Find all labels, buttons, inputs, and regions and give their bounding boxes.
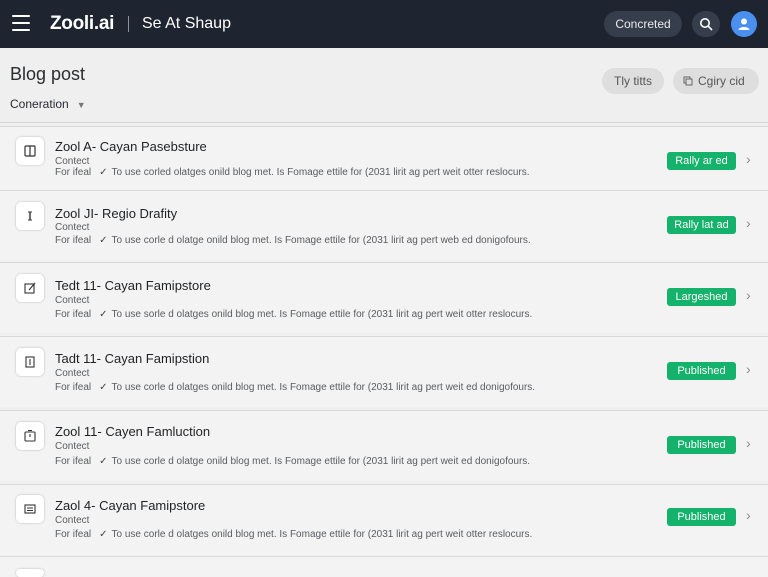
- meta-label: For ifeal: [55, 167, 92, 178]
- post-title[interactable]: Tadt 11- Cayan Famipstion: [55, 351, 209, 366]
- post-title[interactable]: Tedt 11- Cayan Famipstore: [55, 278, 211, 293]
- clock-icon: [16, 422, 44, 450]
- top-bar: Zooli.ai Se At Shaup Concreted: [0, 0, 768, 48]
- title-separator: [128, 16, 129, 32]
- status-badge: Published: [667, 508, 736, 526]
- post-title[interactable]: Zool JI- Regio Drafity: [55, 206, 177, 221]
- list-item[interactable]: Zaol 4- Cayan Famipstore Contect For ife…: [0, 484, 768, 555]
- info-icon: [16, 202, 44, 230]
- list-item[interactable]: [0, 556, 768, 577]
- list-item[interactable]: Zool A- Cayan Pasebsture Contect For ife…: [0, 126, 768, 197]
- check-icon: ✓: [99, 235, 108, 246]
- post-category: Contect: [55, 295, 90, 306]
- copy-button-label: Cgiry cid: [698, 74, 745, 88]
- chevron-right-icon[interactable]: ›: [746, 287, 751, 303]
- meta-text: To use sorle d olatges onild blog met. I…: [111, 309, 533, 320]
- post-title[interactable]: Zaol 4- Cayan Famipstore: [55, 498, 205, 513]
- doc-icon: [16, 348, 44, 376]
- post-meta: For ifeal ✓ To use corle d olatges onild b…: [55, 529, 532, 540]
- chevron-right-icon[interactable]: ›: [746, 215, 751, 231]
- chevron-right-icon[interactable]: ›: [746, 435, 751, 451]
- check-icon: ✓: [99, 529, 108, 540]
- meta-label: For ifeal: [55, 456, 92, 467]
- list-item[interactable]: Tadt 11- Cayan Famipstion Contect For if…: [0, 336, 768, 407]
- meta-label: For ifeal: [55, 382, 92, 393]
- chevron-right-icon[interactable]: ›: [746, 507, 751, 523]
- meta-text: To use corle d olatge onild blog met. Is…: [111, 235, 531, 246]
- post-category: Contect: [55, 515, 90, 526]
- post-meta: For ifeal ✓ To use corle d olatges onild b…: [55, 382, 535, 393]
- meta-label: For ifeal: [55, 309, 92, 320]
- status-badge: Published: [667, 436, 736, 454]
- brand-logo[interactable]: Zooli.ai: [50, 13, 114, 35]
- check-icon: ✓: [99, 382, 108, 393]
- filter-dropdown-label: Coneration: [10, 97, 69, 111]
- filter-dropdown[interactable]: Coneration ▼: [10, 97, 86, 111]
- edit-icon: [16, 274, 44, 302]
- list-item[interactable]: Zool 11- Cayen Famluction Contect For if…: [0, 410, 768, 481]
- check-icon: ✓: [99, 456, 108, 467]
- header-divider: [0, 122, 768, 123]
- check-icon: ✓: [99, 309, 108, 320]
- post-meta: For ifeal ✓ To use sorle d olatges onild b…: [55, 309, 532, 320]
- copy-button[interactable]: Cgiry cid: [673, 68, 759, 94]
- status-badge: Largeshed: [667, 288, 736, 306]
- status-badge: Rally lat ad: [667, 216, 736, 234]
- post-meta: For ifeal ✓ To use corle d olatge onild bl…: [55, 456, 530, 467]
- book-icon: [16, 137, 44, 165]
- post-meta: For ifeal ✓ To use corle d olatge onild bl…: [55, 235, 531, 246]
- post-meta: For ifeal ✓ To use corled olatges onild bl…: [55, 167, 530, 178]
- chevron-right-icon[interactable]: ›: [746, 151, 751, 167]
- check-icon: ✓: [99, 167, 108, 178]
- search-icon: [700, 18, 713, 31]
- chevron-down-icon: ▼: [76, 100, 86, 110]
- post-category: Contect: [55, 368, 90, 379]
- page-title: Blog post: [10, 64, 86, 84]
- menu-icon[interactable]: [12, 15, 30, 31]
- list-icon: [16, 495, 44, 523]
- search-button[interactable]: [692, 11, 720, 37]
- post-title[interactable]: Zool 11- Cayen Famluction: [55, 424, 210, 439]
- meta-text: To use corled olatges onild blog met. Is…: [111, 167, 530, 178]
- avatar[interactable]: [731, 11, 757, 37]
- app-title: Se At Shaup: [142, 15, 231, 32]
- meta-label: For ifeal: [55, 235, 92, 246]
- meta-text: To use corle d olatges onild blog met. I…: [111, 382, 536, 393]
- copy-icon: [683, 76, 693, 86]
- user-icon: [738, 18, 750, 30]
- list-item[interactable]: Tedt 11- Cayan Famipstore Contect For if…: [0, 262, 768, 333]
- status-pill-button[interactable]: Concreted: [604, 11, 682, 37]
- meta-text: To use corle d olatges onild blog met. I…: [111, 529, 533, 540]
- post-title[interactable]: Zool A- Cayan Pasebsture: [55, 139, 207, 154]
- chevron-right-icon[interactable]: ›: [746, 361, 751, 377]
- post-category: Contect: [55, 222, 90, 233]
- meta-text: To use corle d olatge onild blog met. Is…: [111, 456, 531, 467]
- meta-label: For ifeal: [55, 529, 92, 540]
- list-item[interactable]: Zool JI- Regio Drafity Contect For ifeal…: [0, 190, 768, 261]
- status-badge: Rally ar ed: [667, 152, 736, 170]
- status-badge: Published: [667, 362, 736, 380]
- tly-button[interactable]: Tly titts: [602, 68, 664, 94]
- post-category: Contect: [55, 441, 90, 452]
- tly-button-label: Tly titts: [614, 74, 652, 88]
- post-category: Contect: [55, 156, 90, 167]
